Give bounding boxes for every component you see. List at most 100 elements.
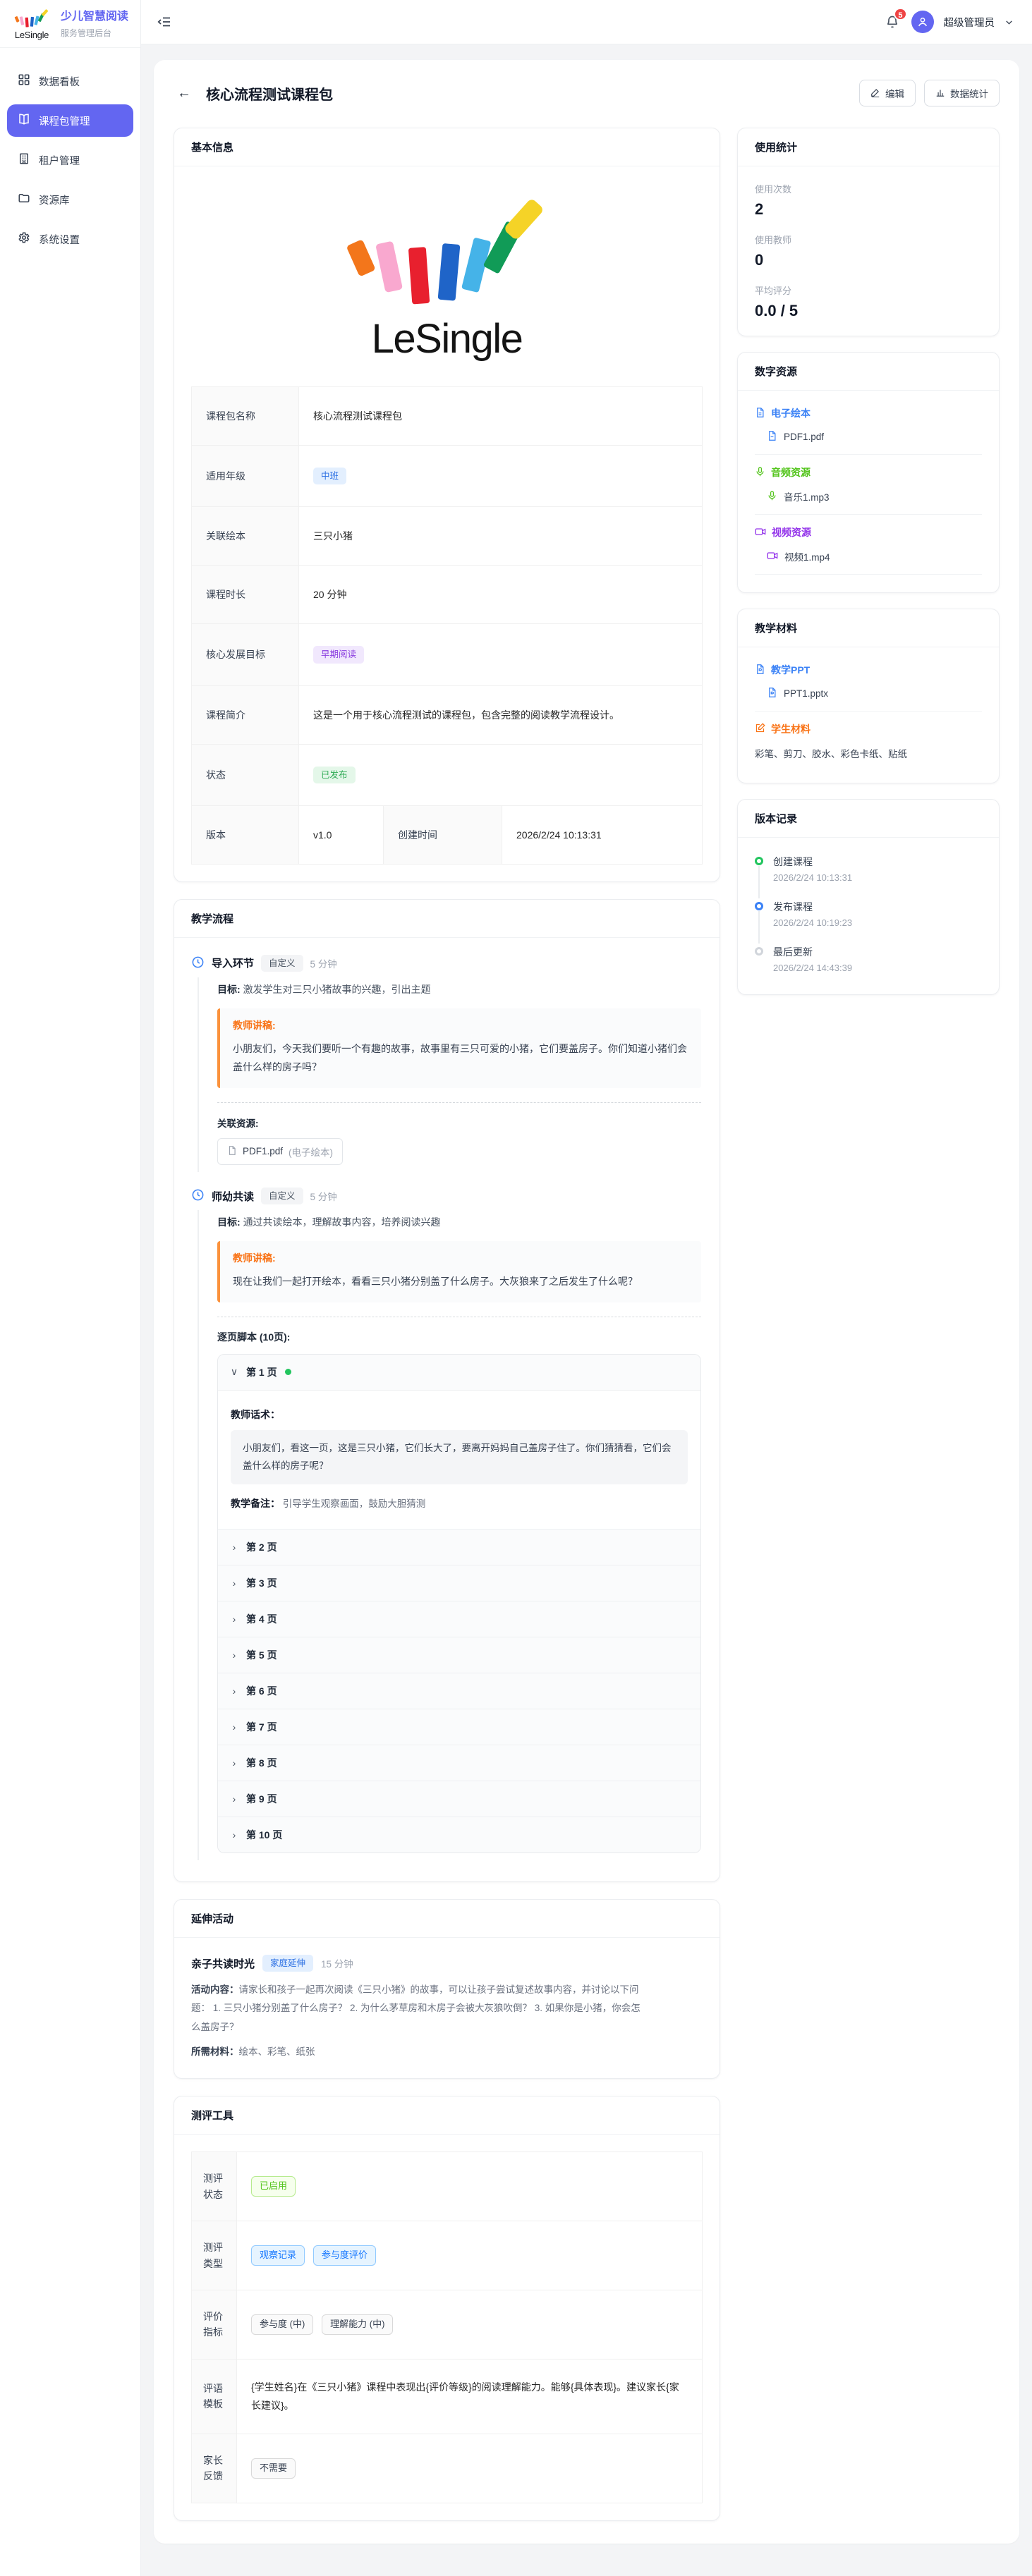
chevron-right-icon: › <box>230 1757 238 1769</box>
duration-label: 5 分钟 <box>310 956 337 970</box>
sidebar-item-label: 资源库 <box>39 193 70 207</box>
grade-badge: 中班 <box>313 468 346 484</box>
pencil-icon <box>870 87 880 99</box>
brand-subtitle: 服务管理后台 <box>61 27 128 39</box>
table-row: 核心发展目标 早期阅读 <box>192 624 703 685</box>
custom-badge: 自定义 <box>261 955 303 972</box>
edit-button[interactable]: 编辑 <box>859 80 916 106</box>
table-row: 家长反馈 不需要 <box>192 2434 703 2503</box>
ppt-document-icon <box>755 664 765 677</box>
teaching-flow-card: 教学流程 导入环节 自定义 5 分钟 目标: 激发 <box>174 899 720 1882</box>
linked-resource-chip[interactable]: PDF1.pdf (电子绘本) <box>217 1138 343 1165</box>
chevron-right-icon: › <box>230 1685 238 1697</box>
user-name[interactable]: 超级管理员 <box>944 15 995 30</box>
card-title: 教学流程 <box>174 900 720 938</box>
lesingle-logo-mark-icon <box>341 195 553 312</box>
chevron-right-icon: › <box>230 1613 238 1625</box>
resource-group-ebook: 电子绘本 PDF1.pdf <box>755 406 982 455</box>
brand-text: 少儿智慧阅读 服务管理后台 <box>61 10 128 38</box>
accordion-page-8-header[interactable]: ›第 8 页 <box>218 1745 700 1781</box>
chevron-right-icon: › <box>230 1829 238 1841</box>
stat-item: 平均评分 0.0 / 5 <box>755 283 982 320</box>
card-title: 延伸活动 <box>174 1900 720 1938</box>
activity-materials: 所需材料：绘本、彩笔、纸张 <box>191 2043 643 2061</box>
timeline-dot-gray <box>755 947 763 956</box>
sidebar: LeSingle 少儿智慧阅读 服务管理后台 数据看板 课程包管理 租户管理 <box>0 0 141 2576</box>
table-row: 关联绘本 三只小猪 <box>192 507 703 566</box>
accordion-page-10-header[interactable]: ›第 10 页 <box>218 1817 700 1852</box>
student-materials-list: 彩笔、剪刀、胶水、彩色卡纸、贴纸 <box>755 746 982 763</box>
dashboard-grid-icon <box>18 73 30 89</box>
gear-icon <box>18 231 30 247</box>
resource-file-item[interactable]: PDF1.pdf <box>755 430 982 455</box>
accordion-page-3-header[interactable]: ›第 3 页 <box>218 1565 700 1601</box>
sidebar-item-label: 系统设置 <box>39 232 80 247</box>
accordion-page-5-header[interactable]: ›第 5 页 <box>218 1637 700 1673</box>
accordion-page-1-body: 教师话术： 小朋友们，看这一页，这是三只小猪，它们长大了，要离开妈妈自己盖房子住… <box>218 1390 700 1529</box>
table-row: 课程简介 这是一个用于核心流程测试的课程包，包含完整的阅读教学流程设计。 <box>192 685 703 744</box>
accordion-page-7-header[interactable]: ›第 7 页 <box>218 1709 700 1745</box>
sidebar-item-settings[interactable]: 系统设置 <box>7 223 133 255</box>
chevron-down-icon[interactable] <box>1004 18 1014 27</box>
building-icon <box>18 152 30 168</box>
page-container: ← 核心流程测试课程包 编辑 数据统计 <box>154 60 1019 2544</box>
resource-group-audio: 音频资源 音乐1.mp3 <box>755 465 982 515</box>
topbar-right: 5 超级管理员 <box>883 11 1014 33</box>
table-row: 适用年级 中班 <box>192 446 703 507</box>
back-arrow-icon[interactable]: ← <box>174 83 195 104</box>
sidebar-collapse-icon[interactable] <box>154 11 175 32</box>
timeline-connector <box>758 911 760 944</box>
bar-chart-icon <box>935 87 945 99</box>
chevron-right-icon: › <box>230 1793 238 1805</box>
lesingle-logo-icon: LeSingle <box>10 8 54 40</box>
card-title: 版本记录 <box>738 800 999 838</box>
page-title-row: ← 核心流程测试课程包 编辑 数据统计 <box>174 80 1000 106</box>
version-history-card: 版本记录 创建课程 2026/2/24 10:13:31 <box>737 799 1000 995</box>
resource-file-item[interactable]: PPT1.pptx <box>755 687 982 712</box>
course-cover-logo-text: LeSingle <box>174 315 720 362</box>
timeline-dot-green <box>755 857 763 865</box>
activity-content: 活动内容：请家长和孩子一起再次阅读《三只小猪》的故事，可以让孩子尝试复述故事内容… <box>191 1981 643 2037</box>
timeline-item: 发布课程 2026/2/24 10:19:23 <box>755 900 982 945</box>
card-title: 教学材料 <box>738 609 999 647</box>
dashed-divider <box>217 1102 701 1103</box>
sidebar-item-resources[interactable]: 资源库 <box>7 183 133 216</box>
sidebar-item-course-packages[interactable]: 课程包管理 <box>7 104 133 137</box>
sidebar-item-label: 租户管理 <box>39 153 80 168</box>
document-icon <box>755 407 765 420</box>
table-row: 测评类型 观察记录 参与度评价 <box>192 2221 703 2290</box>
accordion-page-2-header[interactable]: ›第 2 页 <box>218 1529 700 1565</box>
left-column: 基本信息 LeSingle 课程包名称 核心流程测试课程包 <box>174 128 720 2521</box>
sidebar-item-tenants[interactable]: 租户管理 <box>7 144 133 176</box>
table-row: 评语模板 {学生姓名}在《三只小猪》课程中表现出{评价等级}的阅读理解能力。能够… <box>192 2359 703 2434</box>
teaching-note-text: 引导学生观察画面，鼓励大胆猜测 <box>283 1498 426 1509</box>
clock-icon <box>191 1188 205 1204</box>
resource-file-item[interactable]: 视频1.mp4 <box>755 549 982 575</box>
accordion-page-9-header[interactable]: ›第 9 页 <box>218 1781 700 1817</box>
activity-name: 亲子共读时光 <box>191 1956 255 1971</box>
clock-icon <box>191 956 205 971</box>
flow-section-header: 师幼共读 自定义 5 分钟 <box>191 1188 703 1204</box>
notification-bell-icon[interactable]: 5 <box>883 13 902 31</box>
ppt-file-icon <box>767 687 777 700</box>
resource-file-item[interactable]: 音乐1.mp3 <box>755 489 982 515</box>
assessment-type-badge: 参与度评价 <box>313 2245 376 2266</box>
accordion-page-6-header[interactable]: ›第 6 页 <box>218 1673 700 1709</box>
edit-square-icon <box>755 723 765 735</box>
table-row: 测评状态 已启用 <box>192 2152 703 2221</box>
file-icon <box>227 1145 237 1158</box>
accordion-page-1-header[interactable]: ∨ 第 1 页 <box>218 1355 700 1390</box>
assessment-type-badge: 观察记录 <box>251 2245 305 2266</box>
page-content: ← 核心流程测试课程包 编辑 数据统计 <box>141 44 1032 2576</box>
flow-section-header: 导入环节 自定义 5 分钟 <box>191 955 703 972</box>
accordion-page-4-header[interactable]: ›第 4 页 <box>218 1601 700 1637</box>
sidebar-item-dashboard[interactable]: 数据看板 <box>7 65 133 97</box>
data-statistics-button[interactable]: 数据统计 <box>924 80 1000 106</box>
brand-name: 少儿智慧阅读 <box>61 10 128 23</box>
brand-logo-text: LeSingle <box>10 30 54 40</box>
page-scripts-accordion: ∨ 第 1 页 教师话术： 小朋友们，看这一页，这是三只小猪，它们长大了，要离开… <box>217 1354 701 1853</box>
chevron-down-icon: ∨ <box>230 1366 238 1378</box>
table-row: 课程包名称 核心流程测试课程包 <box>192 387 703 446</box>
user-avatar[interactable] <box>911 11 934 33</box>
chevron-right-icon: › <box>230 1721 238 1733</box>
